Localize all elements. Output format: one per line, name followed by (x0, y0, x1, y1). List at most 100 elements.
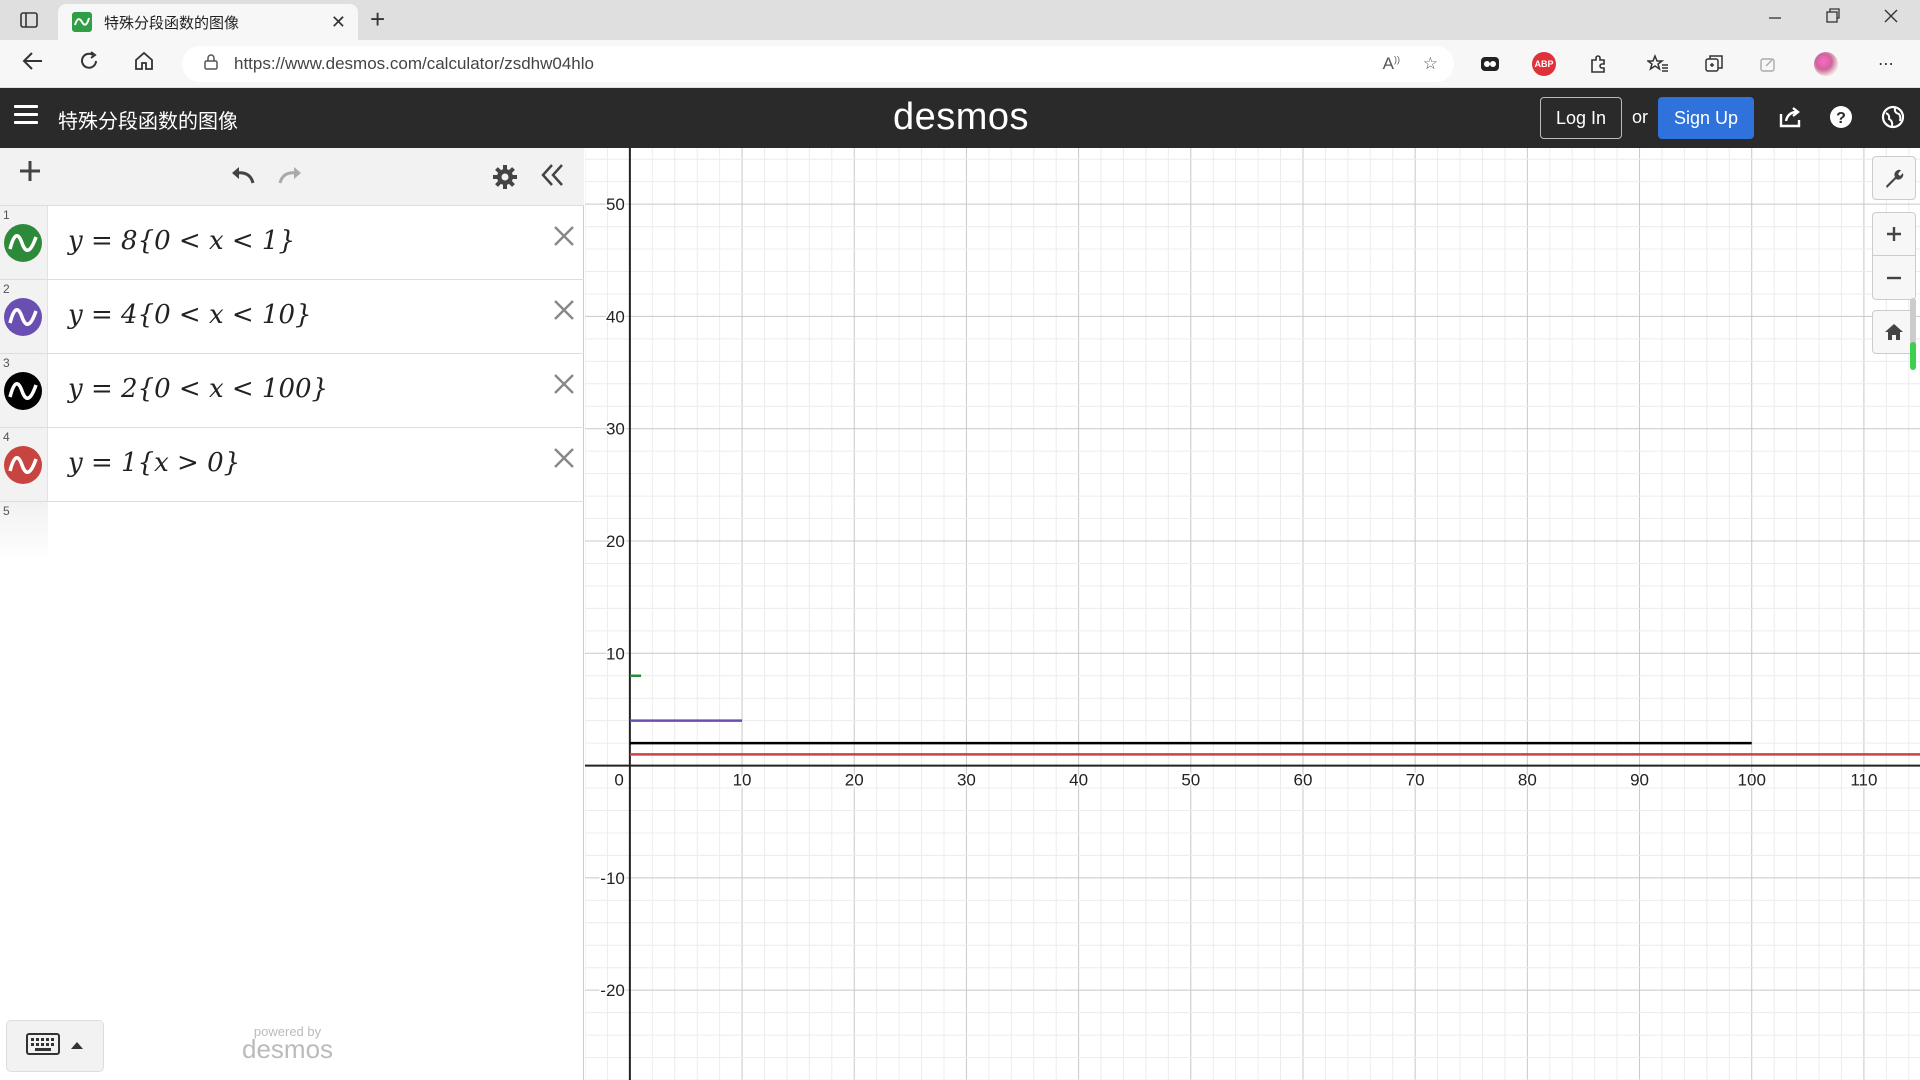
delete-expression-icon[interactable] (552, 444, 576, 478)
graph-title[interactable]: 特殊分段函数的图像 (58, 105, 238, 134)
expression-math[interactable]: y = 8{0 < x < 1} (68, 226, 295, 256)
adblock-icon[interactable]: ABP (1532, 52, 1556, 76)
delete-expression-icon[interactable] (552, 222, 576, 256)
expression-row[interactable]: 3 y = 2{0 < x < 100} (0, 354, 584, 428)
x-tick-label: 100 (1738, 771, 1766, 790)
browser-toolbar: https://www.desmos.com/calculator/zsdhw0… (0, 40, 1920, 88)
x-tick-label: 110 (1850, 771, 1877, 790)
y-tick-label: 40 (606, 307, 625, 326)
y-tick-label: 50 (606, 195, 625, 214)
extension-icon[interactable] (1478, 52, 1502, 76)
desmos-logo: desmos (893, 96, 1030, 138)
desmos-header: 特殊分段函数的图像 desmos Log In or Sign Up ? (0, 88, 1920, 148)
svg-text:?: ? (1836, 110, 1846, 127)
x-tick-label: 20 (845, 771, 864, 790)
address-bar[interactable]: https://www.desmos.com/calculator/zsdhw0… (182, 46, 1454, 82)
share-page-icon[interactable] (1756, 52, 1780, 76)
graph-visibility-icon[interactable] (4, 446, 42, 484)
wrench-icon[interactable] (1872, 156, 1916, 200)
x-tick-label: 10 (733, 771, 752, 790)
login-button[interactable]: Log In (1540, 97, 1622, 139)
x-tick-label: 70 (1406, 771, 1425, 790)
empty-expression-row[interactable]: 5 (0, 502, 584, 562)
share-icon[interactable] (1778, 104, 1804, 130)
browser-tabstrip: 特殊分段函数的图像 ✕ + (0, 0, 1920, 40)
url-text: https://www.desmos.com/calculator/zsdhw0… (234, 54, 594, 73)
restore-icon[interactable] (1826, 6, 1840, 31)
expression-gutter: 2 (0, 280, 48, 353)
expression-index: 2 (3, 282, 10, 296)
tab-actions-icon[interactable] (12, 7, 46, 33)
graph-visibility-icon[interactable] (4, 372, 42, 410)
graph-visibility-icon[interactable] (4, 298, 42, 336)
more-menu-icon[interactable]: ⋯ (1874, 52, 1898, 76)
expression-index: 4 (3, 430, 10, 444)
expression-toolbar (0, 148, 584, 206)
expression-panel: 1 y = 8{0 < x < 1} 2 y = 4{0 < x < 10} 3… (0, 148, 584, 1080)
undo-icon[interactable] (228, 162, 256, 194)
read-aloud-icon[interactable]: A)) (1383, 54, 1400, 74)
expression-index: 1 (3, 208, 10, 222)
graph-visibility-icon[interactable] (4, 224, 42, 262)
collections-icon[interactable] (1702, 52, 1726, 76)
y-tick-label: 30 (606, 420, 625, 439)
expression-index: 3 (3, 356, 10, 370)
back-icon[interactable] (22, 50, 44, 78)
graph-canvas[interactable]: 10 20 30 40 50 60 70 80 90 100 110 50 40 30 20 10 -10 -20… (585, 148, 1920, 1080)
browser-tab[interactable]: 特殊分段函数的图像 ✕ (58, 4, 358, 40)
gear-icon[interactable] (492, 164, 518, 197)
tab-close-icon[interactable]: ✕ (331, 12, 346, 33)
expression-gutter: 5 (0, 502, 48, 562)
zoom-in-icon[interactable] (1872, 212, 1916, 256)
powered-by-logo: desmos (242, 1034, 334, 1064)
help-icon[interactable]: ? (1828, 104, 1854, 130)
expression-row[interactable]: 1 y = 8{0 < x < 1} (0, 206, 584, 280)
double-chevron-left-icon[interactable] (540, 162, 566, 195)
favorite-add-icon[interactable]: ☆ (1423, 54, 1438, 74)
favorites-icon[interactable] (1646, 52, 1670, 76)
expression-row[interactable]: 2 y = 4{0 < x < 10} (0, 280, 584, 354)
x-tick-label: 50 (1181, 771, 1200, 790)
expression-row[interactable]: 4 y = 1{x > 0} (0, 428, 584, 502)
keyboard-icon (26, 1032, 60, 1060)
profile-avatar[interactable] (1814, 52, 1838, 76)
y-tick-label: -10 (600, 869, 625, 888)
expression-list: 1 y = 8{0 < x < 1} 2 y = 4{0 < x < 10} 3… (0, 206, 584, 562)
keyboard-toggle-button[interactable] (6, 1020, 104, 1072)
graph-scrollbar-indicator (1910, 342, 1916, 370)
delete-expression-icon[interactable] (552, 370, 576, 404)
y-tick-label: -20 (600, 981, 625, 1000)
origin-label: 0 (614, 771, 623, 790)
powered-by[interactable]: powered by desmos (242, 1024, 334, 1064)
expression-gutter: 4 (0, 428, 48, 501)
window-close-icon[interactable] (1884, 6, 1898, 31)
x-tick-label: 60 (1294, 771, 1313, 790)
signup-button[interactable]: Sign Up (1658, 97, 1754, 139)
expression-math[interactable]: y = 4{0 < x < 10} (68, 300, 312, 330)
minimize-icon[interactable] (1768, 6, 1782, 31)
home-icon[interactable] (133, 50, 155, 78)
expression-gutter: 1 (0, 206, 48, 279)
x-tick-label: 40 (1069, 771, 1088, 790)
redo-icon[interactable] (277, 162, 305, 194)
x-tick-label: 30 (957, 771, 976, 790)
globe-icon[interactable] (1880, 104, 1906, 130)
expression-math[interactable]: y = 2{0 < x < 100} (68, 374, 328, 404)
expression-math[interactable]: y = 1{x > 0} (68, 448, 240, 478)
desmos-favicon-icon (72, 12, 92, 32)
expression-gutter: 3 (0, 354, 48, 427)
extensions-icon[interactable] (1586, 52, 1610, 76)
graph-paper[interactable]: 10 20 30 40 50 60 70 80 90 100 110 50 40 30 20 10 -10 -20… (585, 148, 1920, 1080)
menu-icon[interactable] (14, 105, 38, 125)
delete-expression-icon[interactable] (552, 296, 576, 330)
expression-index: 5 (3, 504, 10, 518)
x-tick-label: 90 (1630, 771, 1649, 790)
reload-icon[interactable] (78, 50, 100, 78)
x-tick-label: 80 (1518, 771, 1537, 790)
tab-title: 特殊分段函数的图像 (104, 14, 240, 32)
plus-icon[interactable] (18, 158, 42, 190)
lock-icon (204, 54, 218, 74)
or-text: or (1632, 107, 1649, 127)
zoom-out-icon[interactable] (1872, 256, 1916, 300)
new-tab-button[interactable]: + (370, 4, 385, 35)
